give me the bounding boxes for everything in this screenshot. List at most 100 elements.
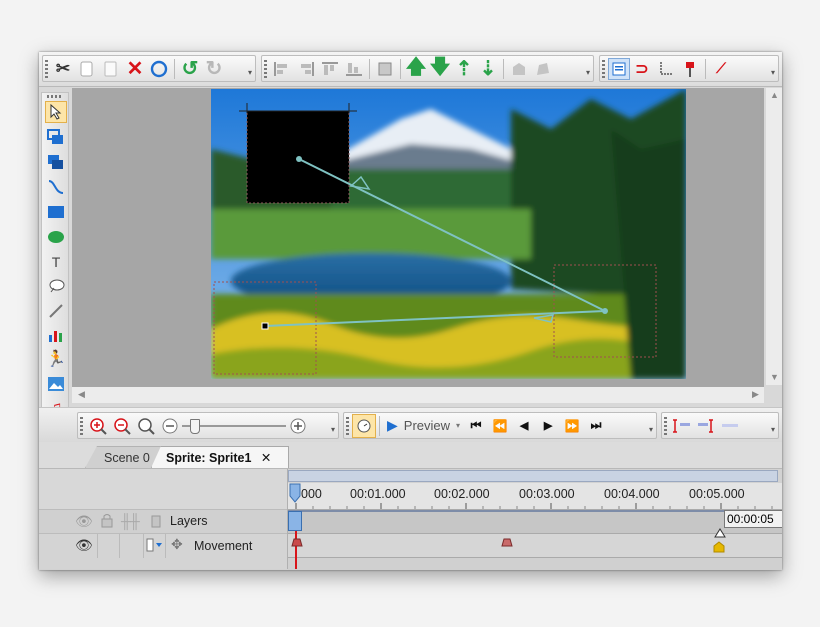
zoom-minus-icon[interactable] <box>158 414 182 438</box>
tab-sprite[interactable]: Sprite: Sprite1 ✕ <box>151 446 289 468</box>
ellipse-icon[interactable] <box>45 226 67 248</box>
timeline-ruler[interactable]: 000 00:01.000 00:02.000 00:03.000 00:04.… <box>288 469 782 570</box>
step-back-icon[interactable]: ◀ <box>512 414 536 438</box>
layer-type-icon[interactable] <box>146 538 164 557</box>
zoom-in-icon[interactable] <box>86 414 110 438</box>
preview-button[interactable]: ▶ Preview ▾ <box>387 417 460 434</box>
toolbar-overflow-icon[interactable]: ▾ <box>769 59 777 79</box>
scroll-right-icon[interactable]: ▶ <box>752 389 759 400</box>
scroll-up-icon[interactable]: ▲ <box>770 90 779 100</box>
go-start-icon[interactable]: ⏮ <box>464 414 488 438</box>
properties-icon[interactable] <box>608 57 630 80</box>
rectangle-copy-icon[interactable] <box>45 127 67 149</box>
text-icon[interactable]: T <box>45 251 67 273</box>
playhead-handle[interactable] <box>289 483 301 503</box>
timer-icon[interactable] <box>352 413 376 438</box>
preview-dropdown-icon[interactable]: ▾ <box>456 421 460 430</box>
rectangle-icon[interactable] <box>45 201 67 223</box>
curve-icon[interactable] <box>45 176 67 198</box>
keyframe-clear-icon[interactable] <box>718 414 742 438</box>
group-icon[interactable] <box>373 57 397 81</box>
rewind-icon[interactable]: ⏪ <box>488 414 512 438</box>
align-right-icon[interactable] <box>294 57 318 81</box>
crop-icon[interactable] <box>654 57 678 81</box>
toolbar-grip[interactable] <box>602 60 605 78</box>
align-bottom-icon[interactable] <box>342 57 366 81</box>
toolbar-overflow-icon[interactable]: ▾ <box>647 416 655 436</box>
toolbar-grip[interactable] <box>45 60 48 78</box>
undo-icon[interactable]: ↺ <box>178 57 202 81</box>
shape-a-icon[interactable] <box>507 57 531 81</box>
toolbar-grip[interactable] <box>80 417 83 435</box>
keyframe-remove-icon[interactable] <box>694 414 718 438</box>
move-down-icon[interactable]: 🡇 <box>428 56 452 81</box>
copy-icon[interactable] <box>75 57 99 81</box>
movement-row[interactable]: 👁 ✥ Movement <box>39 533 287 558</box>
timeline-scroll-strip[interactable] <box>288 470 778 482</box>
toolbar-grip[interactable] <box>346 417 349 435</box>
layers-track-bar <box>288 510 782 512</box>
send-back-icon[interactable]: ⇣ <box>476 57 500 81</box>
shape-b-icon[interactable] <box>531 57 555 81</box>
vertical-scrollbar[interactable]: ▲ ▼ <box>766 88 782 385</box>
audio-wave-icon[interactable]: ╫╫ <box>121 513 140 529</box>
zoom-out-icon[interactable] <box>110 414 134 438</box>
playhead-marker[interactable] <box>288 511 302 531</box>
toolbar-grip[interactable] <box>47 95 63 98</box>
chart-icon[interactable] <box>45 324 67 346</box>
scroll-left-icon[interactable]: ◀ <box>78 389 85 400</box>
movement-track[interactable] <box>288 533 782 557</box>
layer-header-blank <box>39 469 287 509</box>
fast-forward-icon[interactable]: ⏩ <box>560 414 584 438</box>
layers-track[interactable] <box>288 509 782 533</box>
keyframe-add-icon[interactable] <box>670 414 694 438</box>
magnet-icon[interactable]: ⊃ <box>630 57 654 81</box>
move-up-icon[interactable]: 🡅 <box>404 56 428 81</box>
eye-icon[interactable]: 👁 <box>75 537 93 554</box>
scene-canvas[interactable] <box>211 89 686 379</box>
delete-icon[interactable]: ✕ <box>123 57 147 81</box>
align-top-icon[interactable] <box>318 57 342 81</box>
tool-icon[interactable]: ⟋ <box>709 57 733 81</box>
align-left-icon[interactable] <box>270 57 294 81</box>
toolbar-grip[interactable] <box>664 417 667 435</box>
layer-icon[interactable] <box>45 151 67 173</box>
pin-icon[interactable] <box>678 57 702 81</box>
horizontal-scrollbar[interactable]: ◀ ▶ <box>72 387 764 403</box>
layers-row: 👁 ╫╫ Layers <box>39 509 287 533</box>
zoom-slider-thumb[interactable] <box>190 418 200 434</box>
tab-close-icon[interactable]: ✕ <box>261 451 271 465</box>
go-end-icon[interactable]: ⏭ <box>584 414 608 438</box>
toolbar-overflow-icon[interactable]: ▾ <box>584 59 592 79</box>
lock-icon[interactable] <box>101 513 113 528</box>
bring-front-icon[interactable]: ⇡ <box>452 57 476 81</box>
keyframe-toolbar-group: ▾ <box>661 412 779 439</box>
zoom-slider[interactable] <box>182 416 286 436</box>
keyframe-marker[interactable] <box>501 534 513 552</box>
paste-icon[interactable] <box>99 57 123 81</box>
redo-icon[interactable]: ↻ <box>202 57 226 81</box>
brush-icon[interactable] <box>45 300 67 322</box>
keyframe-marker-end[interactable] <box>713 540 725 558</box>
arrange-toolbar-group: 🡅 🡇 ⇡ ⇣ ▾ <box>261 55 594 82</box>
toolbar-overflow-icon[interactable]: ▾ <box>769 416 777 436</box>
scene-tabs: Scene 0 Sprite: Sprite1 ✕ <box>39 442 782 469</box>
toolbar-overflow-icon[interactable]: ▾ <box>329 416 337 436</box>
walker-icon[interactable]: 🏃 <box>45 348 67 370</box>
circle-icon[interactable] <box>147 57 171 81</box>
cut-icon[interactable]: ✂ <box>51 57 75 81</box>
callout-icon[interactable] <box>45 275 67 297</box>
trash-icon[interactable] <box>151 514 161 533</box>
stage-area[interactable] <box>72 88 764 403</box>
zoom-fit-icon[interactable] <box>134 414 158 438</box>
select-arrow-icon[interactable] <box>45 101 67 123</box>
end-time-field[interactable]: 00:00:05 <box>724 510 782 528</box>
step-forward-icon[interactable]: ▶ <box>536 414 560 438</box>
toolbar-grip[interactable] <box>264 60 267 78</box>
eye-icon[interactable]: 👁 <box>75 513 93 530</box>
toolbar-overflow-icon[interactable]: ▾ <box>246 59 254 79</box>
scroll-down-icon[interactable]: ▼ <box>770 372 779 382</box>
image-icon[interactable] <box>45 373 67 395</box>
keyframe-marker[interactable] <box>291 534 303 552</box>
zoom-plus-icon[interactable] <box>286 414 310 438</box>
